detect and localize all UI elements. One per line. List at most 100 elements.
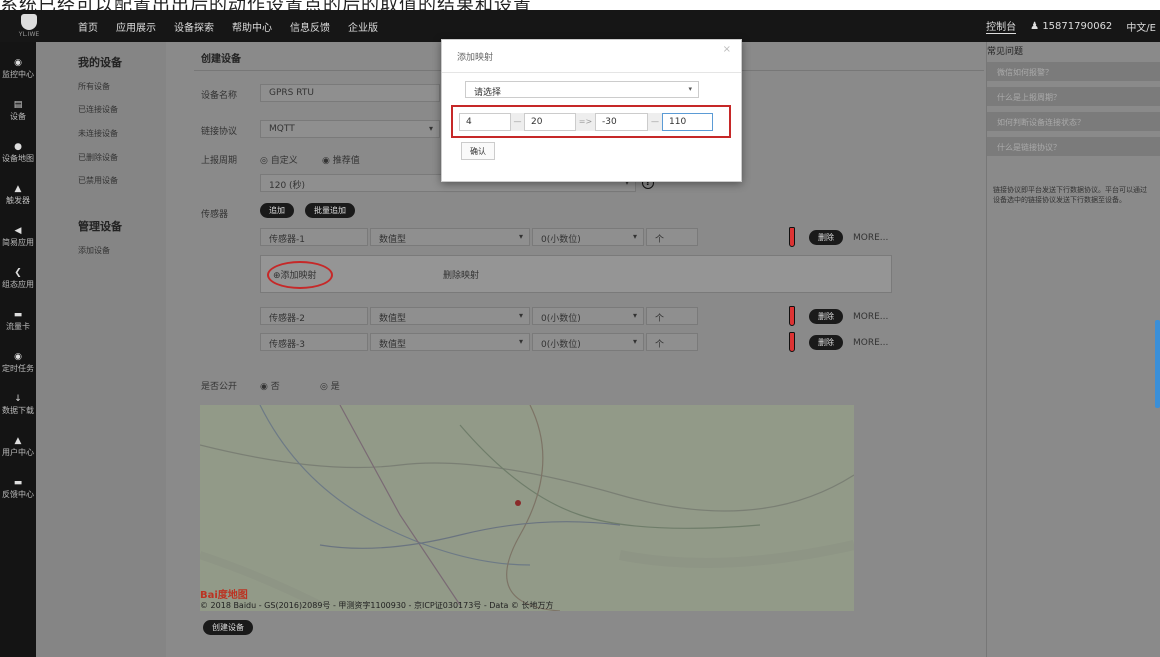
thermometer-icon [789, 306, 795, 326]
side-item-scheduled-task[interactable]: ◉ 定时任务 [0, 352, 36, 374]
sensor-3-more-link[interactable]: MORE... [853, 338, 888, 348]
sensor-2-type-select[interactable]: 数值型 [370, 307, 530, 325]
console-link[interactable]: 控制台 [986, 18, 1017, 34]
language-switch[interactable]: 中文/E [1126, 19, 1156, 34]
side-item-trigger[interactable]: ▲ 触发器 [0, 184, 36, 206]
user-phone: 15871790062 [1042, 20, 1113, 32]
top-right-area: 控制台 ♟ 15871790062 中文/E [986, 10, 1160, 42]
logo[interactable]: YL.IWE [0, 10, 58, 42]
user-account[interactable]: ♟ 15871790062 [1030, 21, 1112, 32]
map-arrow: => [576, 113, 595, 131]
thermometer-icon [789, 227, 795, 247]
submenu-group-my-devices: 我的设备 [78, 56, 122, 69]
protocol-label: 链接协议 [201, 127, 238, 137]
period-recommended-radio[interactable]: ◉ 推荐值 [322, 153, 360, 166]
device-map[interactable]: Bai度地图 © 2018 Baidu - GS(2016)2089号 - 甲测… [200, 405, 854, 611]
period-custom-radio[interactable]: ◎ 自定义 [260, 153, 298, 166]
logo-icon [21, 14, 37, 30]
public-no-radio[interactable]: ◉ 否 [260, 379, 280, 392]
clock-icon: ◉ [14, 352, 22, 362]
download-icon: ↓ [14, 394, 22, 404]
side-item-device-map[interactable]: ● 设备地图 [0, 142, 36, 164]
faq-title: 常见问题 [987, 47, 1024, 57]
source-max-input[interactable]: 20 [524, 113, 576, 131]
batch-add-button[interactable]: 批量追加 [305, 203, 355, 218]
sensor-1-more-link[interactable]: MORE... [853, 233, 888, 243]
range-dash: — [511, 113, 524, 131]
target-min-input[interactable]: -30 [595, 113, 648, 131]
user-icon: ♟ [1030, 20, 1043, 32]
nav-feedback[interactable]: 信息反馈 [290, 19, 330, 34]
sensor-3-type-select[interactable]: 数值型 [370, 333, 530, 351]
sensor-2-more-link[interactable]: MORE... [853, 312, 888, 322]
sensor-2-decimals-select[interactable]: 0(小数位) [532, 307, 644, 325]
sensor-3-decimals-select[interactable]: 0(小数位) [532, 333, 644, 351]
side-item-simple-app[interactable]: ◀ 简易应用 [0, 226, 36, 248]
nav-device-explore[interactable]: 设备探索 [174, 19, 214, 34]
side-item-monitor[interactable]: ◉ 监控中心 [0, 58, 36, 80]
side-item-config-app[interactable]: ❮ 组态应用 [0, 268, 36, 290]
thermometer-icon [789, 332, 795, 352]
source-min-input[interactable]: 4 [459, 113, 511, 131]
submenu-disabled-devices[interactable]: 已禁用设备 [78, 175, 118, 186]
faq-question-1[interactable]: 微信如何报警？ [987, 62, 1160, 82]
faq-question-3[interactable]: 如何判断设备连接状态？ [987, 112, 1160, 132]
submenu-all-devices[interactable]: 所有设备 [78, 81, 110, 92]
chat-icon: ▬ [13, 478, 23, 488]
dialog-title: 添加映射 [457, 53, 494, 63]
device-name-input[interactable]: GPRS RTU [260, 84, 440, 102]
side-item-sim-card[interactable]: ▬ 流量卡 [0, 310, 36, 332]
scrollbar-handle[interactable] [1155, 320, 1160, 408]
side-item-user-center[interactable]: ▲ 用户中心 [0, 436, 36, 458]
sensor-1-delete-button[interactable]: 删除 [809, 230, 843, 245]
submenu-add-device[interactable]: 添加设备 [78, 245, 110, 256]
nav-help-center[interactable]: 帮助中心 [232, 19, 272, 34]
close-icon[interactable]: × [723, 44, 731, 55]
protocol-select[interactable]: MQTT [260, 120, 440, 138]
device-icon: ▤ [13, 100, 23, 110]
sensor-1-type-select[interactable]: 数值型 [370, 228, 530, 246]
sensor-label: 传感器 [201, 210, 229, 220]
dialog-divider [442, 72, 741, 73]
faq-question-4[interactable]: 什么是链接协议？ [987, 137, 1160, 157]
highlight-ellipse [267, 261, 333, 289]
trigger-icon: ▲ [14, 184, 22, 194]
target-max-input[interactable]: 110 [662, 113, 713, 131]
sensor-3-unit-input[interactable]: 个 [646, 333, 698, 351]
baidu-logo: Bai度地图 [200, 590, 248, 601]
sensor-3-name-input[interactable]: 传感器-3 [260, 333, 368, 351]
public-label: 是否公开 [201, 382, 238, 392]
side-item-data-download[interactable]: ↓ 数据下载 [0, 394, 36, 416]
chevron-left-icon: ❮ [14, 268, 22, 278]
sensor-1-decimals-select[interactable]: 0(小数位) [532, 228, 644, 246]
delete-mapping-link[interactable]: 删除映射 [443, 268, 479, 281]
sensor-3-delete-button[interactable]: 删除 [809, 335, 843, 350]
device-submenu: 我的设备 所有设备 已连接设备 未连接设备 已删除设备 已禁用设备 管理设备 添… [36, 42, 166, 657]
nav-home[interactable]: 首页 [78, 19, 98, 34]
confirm-button[interactable]: 确认 [461, 142, 495, 160]
create-device-button[interactable]: 创建设备 [203, 620, 253, 635]
period-label: 上报周期 [201, 156, 238, 166]
top-navbar: YL.IWE 首页 应用展示 设备探索 帮助中心 信息反馈 企业版 控制台 ♟ … [0, 10, 1160, 42]
sensor-1-unit-input[interactable]: 个 [646, 228, 698, 246]
user-icon: ▲ [14, 436, 22, 446]
sensor-2-delete-button[interactable]: 删除 [809, 309, 843, 324]
submenu-deleted-devices[interactable]: 已删除设备 [78, 152, 118, 163]
submenu-connected-devices[interactable]: 已连接设备 [78, 104, 118, 115]
map-copyright: © 2018 Baidu - GS(2016)2089号 - 甲测资字11009… [200, 601, 554, 610]
submenu-disconnected-devices[interactable]: 未连接设备 [78, 128, 118, 139]
card-icon: ▬ [13, 310, 23, 320]
add-mapping-dialog: 添加映射 × 请选择 4 — 20 => -30 — 110 确认 [441, 39, 742, 182]
add-sensor-button[interactable]: 追加 [260, 203, 294, 218]
mapping-type-select[interactable]: 请选择 [465, 81, 699, 98]
main-nav: 首页 应用展示 设备探索 帮助中心 信息反馈 企业版 [78, 10, 378, 42]
nav-app-showcase[interactable]: 应用展示 [116, 19, 156, 34]
sensor-1-name-input[interactable]: 传感器-1 [260, 228, 368, 246]
sensor-2-unit-input[interactable]: 个 [646, 307, 698, 325]
sensor-2-name-input[interactable]: 传感器-2 [260, 307, 368, 325]
side-item-feedback[interactable]: ▬ 反馈中心 [0, 478, 36, 500]
public-yes-radio[interactable]: ◎ 是 [320, 379, 340, 392]
side-item-device[interactable]: ▤ 设备 [0, 100, 36, 122]
nav-enterprise[interactable]: 企业版 [348, 19, 378, 34]
faq-question-2[interactable]: 什么是上报周期？ [987, 87, 1160, 107]
